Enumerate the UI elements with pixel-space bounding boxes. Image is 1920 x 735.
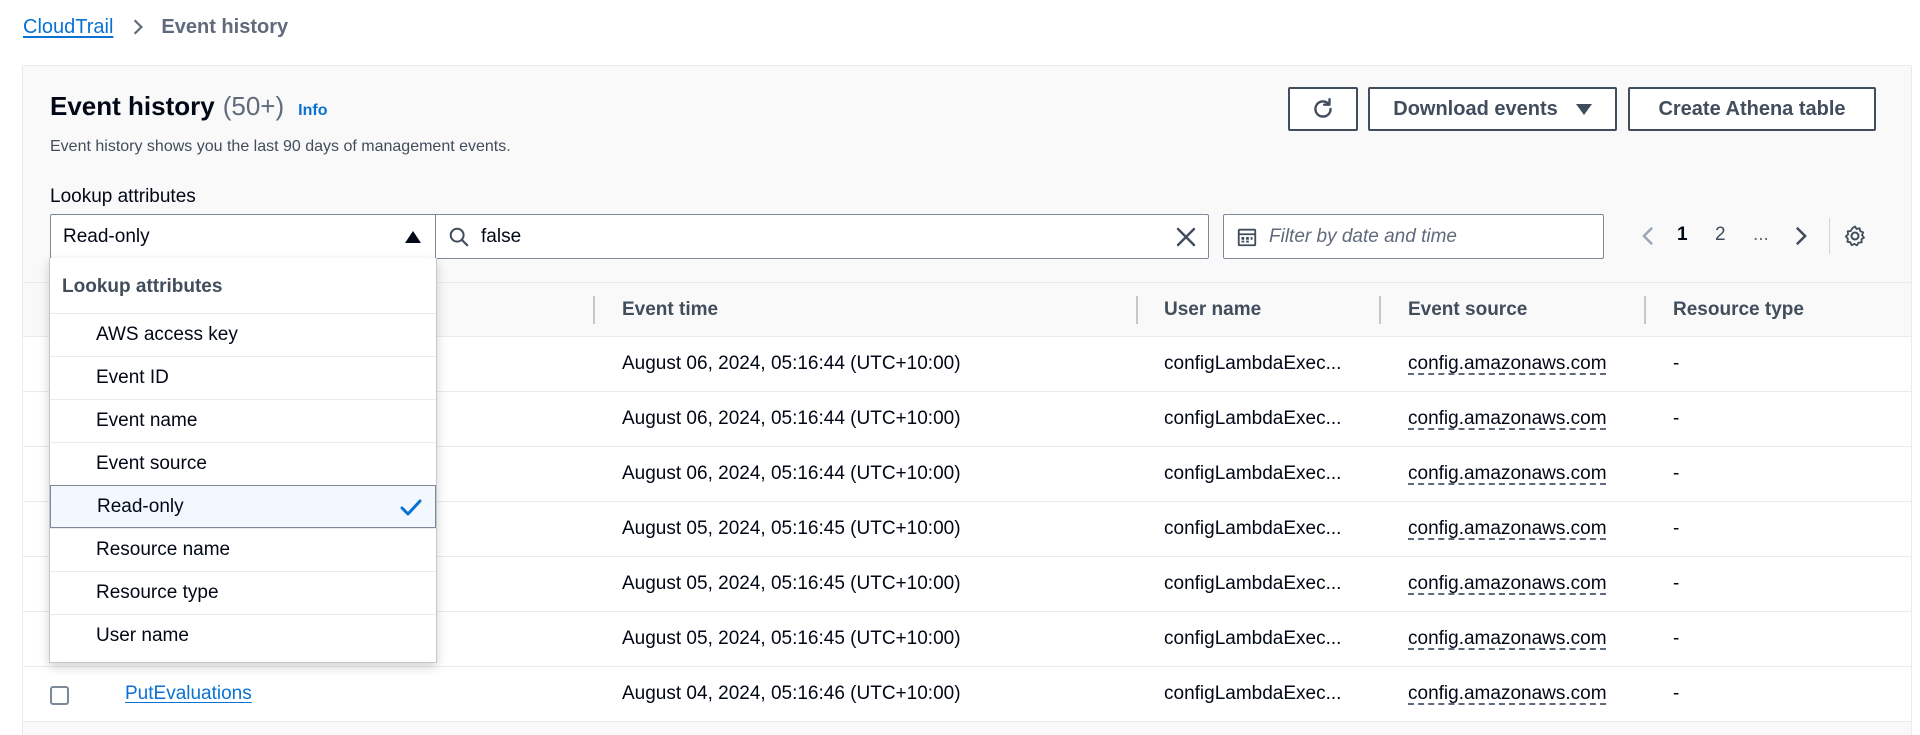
lookup-selected-value: Read-only: [63, 225, 150, 247]
page-description: Event history shows you the last 90 days…: [50, 138, 511, 155]
event-time-cell: August 06, 2024, 05:16:44 (UTC+10:00): [622, 463, 961, 484]
page-1-button[interactable]: 1: [1677, 224, 1688, 246]
user-name-cell: configLambdaExec...: [1164, 518, 1342, 539]
column-header-event-time[interactable]: Event time: [622, 299, 718, 321]
event-source-cell[interactable]: config.amazonaws.com: [1408, 408, 1607, 430]
event-count: (50+): [222, 91, 285, 121]
dropdown-option-event-source[interactable]: Event source: [50, 442, 436, 485]
event-source-cell[interactable]: config.amazonaws.com: [1408, 573, 1607, 595]
event-time-cell: August 06, 2024, 05:16:44 (UTC+10:00): [622, 408, 961, 429]
column-resizer[interactable]: [593, 296, 595, 324]
user-name-cell: configLambdaExec...: [1164, 628, 1342, 649]
option-label: Resource type: [96, 582, 219, 603]
dropdown-option-user-name[interactable]: User name: [50, 614, 436, 657]
lookup-attribute-select[interactable]: Read-only: [50, 214, 436, 259]
dropdown-option-resource-type[interactable]: Resource type: [50, 571, 436, 614]
lookup-attribute-dropdown: Lookup attributes AWS access key Event I…: [49, 258, 437, 663]
page-title-text: Event history: [50, 91, 215, 121]
lookup-value-input[interactable]: false: [435, 214, 1209, 259]
info-link[interactable]: Info: [298, 102, 327, 120]
user-name-cell: configLambdaExec...: [1164, 683, 1342, 704]
download-events-label: Download events: [1393, 97, 1558, 120]
search-value: false: [481, 226, 522, 247]
event-time-cell: August 05, 2024, 05:16:45 (UTC+10:00): [622, 573, 961, 594]
table-row[interactable]: PutEvaluations August 04, 2024, 05:16:46…: [23, 667, 1911, 722]
close-icon[interactable]: [1174, 225, 1198, 249]
chevron-left-icon[interactable]: [1637, 224, 1659, 248]
option-label: Event ID: [96, 367, 169, 388]
column-header-resource-type[interactable]: Resource type: [1673, 299, 1804, 321]
column-resizer[interactable]: [1136, 296, 1138, 324]
chevron-right-icon: [134, 19, 144, 35]
event-source-cell[interactable]: config.amazonaws.com: [1408, 628, 1607, 650]
breadcrumb: CloudTrail Event history: [23, 14, 288, 40]
breadcrumb-cloudtrail-link[interactable]: CloudTrail: [23, 16, 113, 39]
event-name-link[interactable]: PutEvaluations: [125, 683, 252, 705]
search-icon: [449, 227, 469, 247]
page-ellipsis: ...: [1753, 224, 1769, 245]
resource-type-cell: -: [1673, 463, 1680, 484]
option-label: User name: [96, 625, 189, 646]
dropdown-option-resource-name[interactable]: Resource name: [50, 528, 436, 571]
event-time-cell: August 05, 2024, 05:16:45 (UTC+10:00): [622, 518, 961, 539]
date-filter-placeholder: Filter by date and time: [1269, 226, 1457, 247]
resource-type-cell: -: [1673, 408, 1680, 429]
column-header-user-name[interactable]: User name: [1164, 299, 1261, 321]
gear-icon[interactable]: [1843, 224, 1867, 248]
breadcrumb-current: Event history: [161, 15, 289, 38]
user-name-cell: configLambdaExec...: [1164, 408, 1342, 429]
user-name-cell: configLambdaExec...: [1164, 463, 1342, 484]
event-source-cell[interactable]: config.amazonaws.com: [1408, 353, 1607, 375]
option-label: Resource name: [96, 539, 231, 560]
column-header-event-source[interactable]: Event source: [1408, 299, 1527, 321]
option-label: AWS access key: [96, 324, 238, 345]
refresh-button[interactable]: [1288, 87, 1358, 131]
lookup-attributes-label: Lookup attributes: [50, 186, 196, 207]
event-time-cell: August 05, 2024, 05:16:45 (UTC+10:00): [622, 628, 961, 649]
option-label: Event name: [96, 410, 198, 431]
dropdown-option-read-only[interactable]: Read-only: [50, 485, 436, 528]
option-label: Event source: [96, 453, 207, 474]
download-events-button[interactable]: Download events: [1368, 87, 1617, 131]
check-icon: [400, 499, 422, 516]
page-2-button[interactable]: 2: [1715, 224, 1726, 246]
resource-type-cell: -: [1673, 353, 1680, 374]
resource-type-cell: -: [1673, 518, 1680, 539]
date-filter-input[interactable]: Filter by date and time: [1223, 214, 1604, 259]
event-time-cell: August 06, 2024, 05:16:44 (UTC+10:00): [622, 353, 961, 374]
row-select-checkbox[interactable]: [50, 686, 69, 705]
pagination-divider: [1829, 218, 1830, 254]
dropdown-option-event-id[interactable]: Event ID: [50, 356, 436, 399]
user-name-cell: configLambdaExec...: [1164, 573, 1342, 594]
calendar-icon: [1237, 228, 1257, 247]
resource-type-cell: -: [1673, 573, 1680, 594]
column-resizer[interactable]: [1644, 296, 1646, 324]
chevron-right-icon[interactable]: [1790, 224, 1812, 248]
event-source-cell[interactable]: config.amazonaws.com: [1408, 463, 1607, 485]
create-athena-table-button[interactable]: Create Athena table: [1628, 87, 1876, 131]
event-source-cell[interactable]: config.amazonaws.com: [1408, 518, 1607, 540]
caret-up-icon: [405, 231, 421, 243]
option-label: Read-only: [97, 495, 184, 517]
resource-type-cell: -: [1673, 628, 1680, 649]
user-name-cell: configLambdaExec...: [1164, 353, 1342, 374]
dropdown-group-label: Lookup attributes: [62, 276, 223, 297]
event-time-cell: August 04, 2024, 05:16:46 (UTC+10:00): [622, 683, 961, 704]
event-source-cell[interactable]: config.amazonaws.com: [1408, 683, 1607, 705]
refresh-icon: [1314, 98, 1332, 118]
resource-type-cell: -: [1673, 683, 1680, 704]
caret-down-icon: [1575, 103, 1592, 115]
dropdown-option-aws-access-key[interactable]: AWS access key: [50, 313, 436, 356]
page-title: Event history (50+) Info: [50, 91, 327, 122]
dropdown-option-event-name[interactable]: Event name: [50, 399, 436, 442]
column-resizer[interactable]: [1379, 296, 1381, 324]
